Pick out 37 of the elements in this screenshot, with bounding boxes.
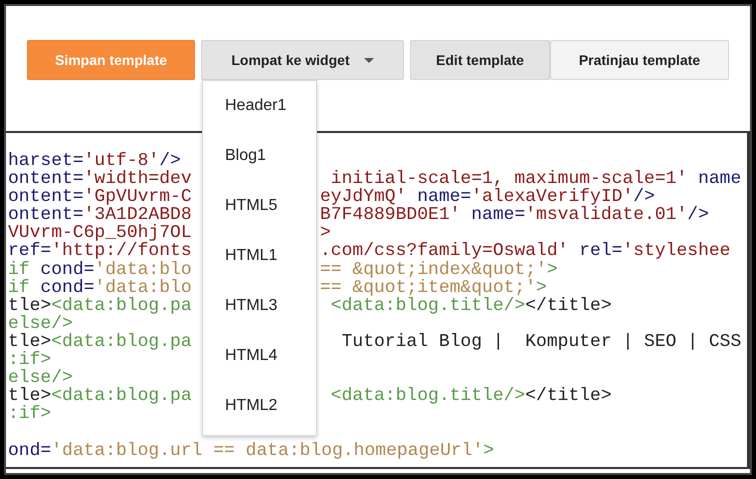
- jump-to-widget-button[interactable]: Lompat ke widget: [201, 40, 404, 80]
- menu-item[interactable]: HTML3: [203, 281, 316, 331]
- code-line: ontent='3A1D2ABD8: [8, 205, 192, 226]
- code-line: tle><data:blog.pa: [8, 296, 192, 316]
- code-line: ontent='width=dev: [8, 169, 192, 190]
- code-line: <data:blog.title/></title>: [330, 387, 612, 406]
- code-line: >: [320, 224, 331, 242]
- caret-icon: [364, 58, 374, 62]
- code-line: initial-scale=1, maximum-scale=1' name: [330, 170, 742, 188]
- code-line: :if>: [8, 404, 52, 424]
- template-tab[interactable]: Edit template: [410, 40, 550, 80]
- code-line: else/>: [8, 314, 73, 334]
- code-line: == &quot;index&quot;'>: [320, 260, 558, 279]
- code-line: if cond='data:blo: [8, 260, 192, 280]
- code-line: ontent='GpVUvrm-C: [8, 187, 192, 208]
- code-line: VUvrm-C6p_50hj7OL: [8, 223, 192, 244]
- code-line: .com/css?family=Oswald' rel='styleshee: [320, 242, 730, 261]
- menu-item[interactable]: Blog1: [203, 131, 316, 181]
- menu-item[interactable]: HTML4: [203, 331, 316, 381]
- menu-item[interactable]: HTML1: [203, 231, 316, 281]
- template-tab[interactable]: Pratinjau template: [550, 40, 729, 80]
- code-line: tle><data:blog.pa: [8, 332, 192, 352]
- code-line: Tutorial Blog | Komputer | SEO | CSS: [340, 332, 742, 352]
- code-line: ond='data:blog.url == data:blog.homepageUrl'>: [8, 440, 494, 460]
- menu-item[interactable]: Header1: [203, 81, 316, 131]
- code-line: B7F4889BD0E1' name='msvalidate.01'/>: [320, 206, 709, 224]
- menu-item[interactable]: HTML5: [203, 181, 316, 231]
- code-line: else/>: [8, 368, 73, 388]
- code-line: == &quot;item&quot;'>: [320, 278, 547, 297]
- code-line: eyJdYmQ' name='alexaVerifyID'/>: [320, 188, 655, 206]
- code-line: <data:blog.title/></title>: [330, 296, 612, 315]
- code-line: :if>: [8, 350, 52, 370]
- code-line: harset='utf-8'/>: [8, 151, 181, 171]
- code-line: tle><data:blog.pa: [8, 386, 192, 406]
- code-line: ref='http://fonts: [8, 241, 192, 262]
- menu-item[interactable]: HTML2: [203, 381, 316, 431]
- code-line: if cond='data:blo: [8, 278, 192, 298]
